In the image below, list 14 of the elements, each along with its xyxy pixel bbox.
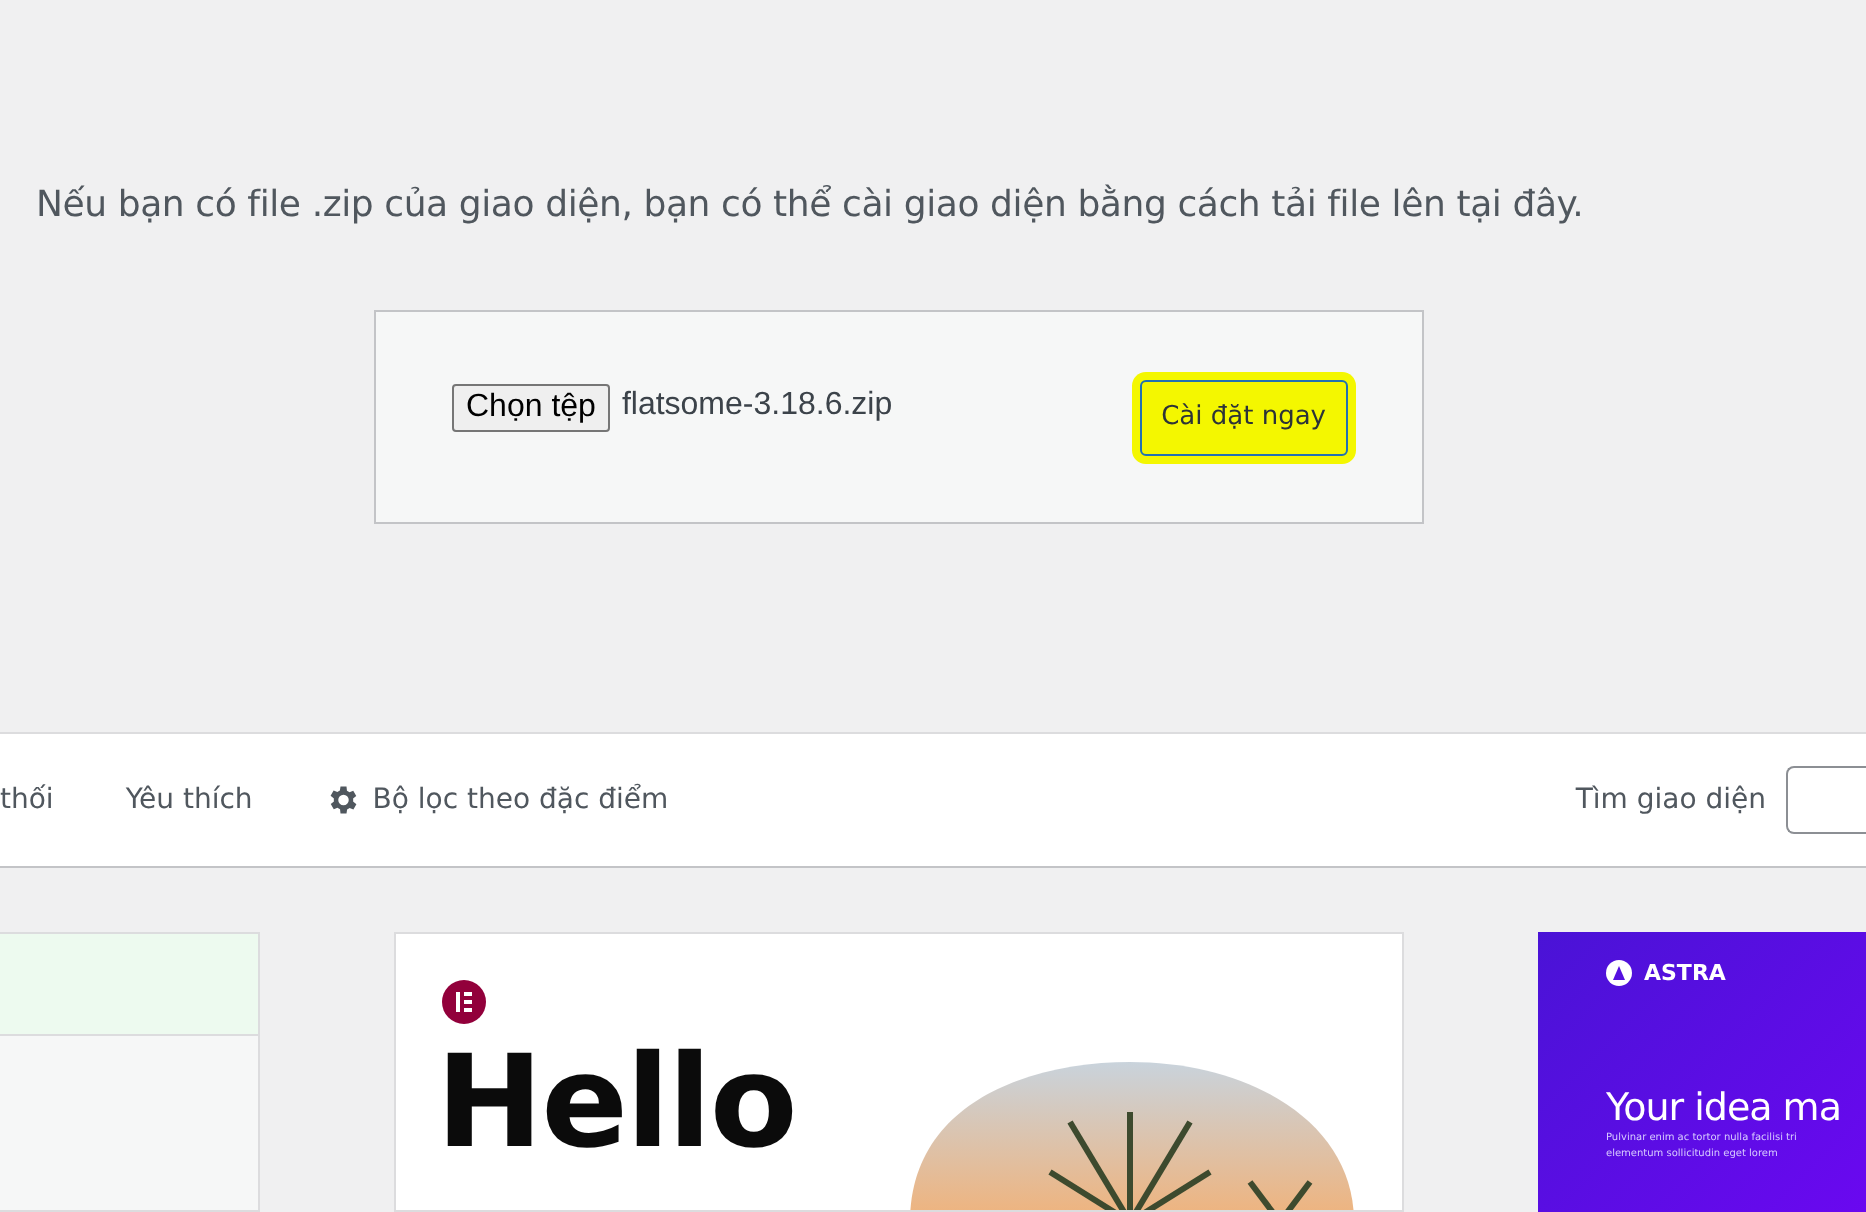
file-name: flatsome-3.18.6.zip — [621, 387, 893, 423]
astra-logo-icon — [1606, 960, 1632, 986]
search-label: Tìm giao diện — [1575, 784, 1766, 816]
theme-card[interactable]: Hello — [394, 932, 1404, 1212]
theme-heading: Hello — [436, 1034, 796, 1174]
brand-name: ASTRA — [1644, 960, 1726, 986]
elementor-logo-icon — [442, 980, 486, 1024]
upload-instructions: Nếu bạn có file .zip của giao diện, bạn có thể cài giao diện bằng cách tải file lên tại đây. — [36, 182, 1586, 230]
theme-heading: Your idea ma — [1606, 1086, 1843, 1130]
feature-filter-button[interactable]: Bộ lọc theo đặc điểm — [324, 782, 669, 818]
filter-tab[interactable]: Yêu thích — [125, 776, 253, 824]
search-field[interactable] — [1786, 766, 1866, 834]
choose-file-button[interactable]: Chọn tệp — [452, 383, 610, 431]
filter-tab[interactable]: thối — [0, 776, 54, 824]
